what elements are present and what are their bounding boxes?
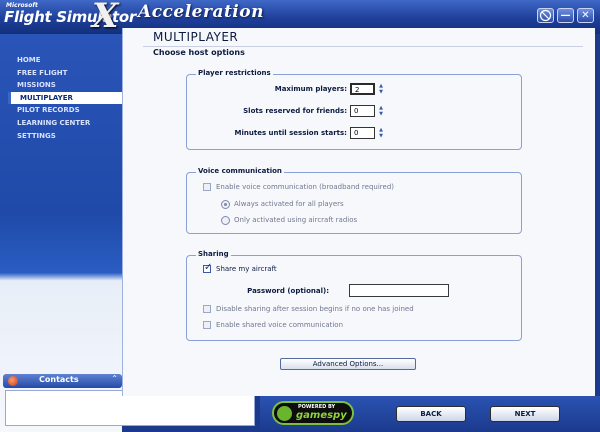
share-aircraft-checkbox[interactable]: ✓ (203, 262, 213, 273)
gamespy-brand: gamespy (296, 410, 347, 421)
close-button[interactable]: ✕ (577, 8, 594, 23)
advanced-options-button[interactable]: Advanced Options... (280, 358, 416, 370)
shared-voice-checkbox[interactable] (203, 321, 211, 329)
enable-voice-label: Enable voice communication (broadband re… (216, 183, 394, 191)
sidebar-item-learning-center[interactable]: LEARNING CENTER (0, 117, 122, 130)
brand-x: X (92, 0, 119, 36)
page-title: MULTIPLAYER (153, 30, 239, 44)
contacts-icon (8, 376, 18, 386)
voice-radios-radio[interactable] (221, 216, 230, 225)
gamespy-logo: POWERED BY gamespy (272, 401, 354, 425)
password-input[interactable] (349, 284, 449, 297)
minimize-button[interactable]: — (557, 8, 574, 23)
share-aircraft-label: Share my aircraft (216, 265, 277, 273)
voice-radios-label: Only activated using aircraft radios (234, 216, 358, 224)
group-title: Sharing (196, 250, 231, 258)
slots-reserved-input[interactable]: 0 (350, 105, 375, 117)
brand-edition: Acceleration (138, 2, 264, 22)
minutes-until-start-input[interactable]: 0 (350, 127, 375, 139)
slots-reserved-stepper[interactable]: ▲ ▼ (377, 105, 385, 117)
contacts-header[interactable]: Contacts ⌃ (3, 374, 122, 388)
sidebar-item-free-flight[interactable]: FREE FLIGHT (0, 67, 122, 80)
enable-voice-checkbox[interactable] (203, 183, 211, 191)
back-button[interactable]: BACK (396, 406, 466, 422)
group-title: Voice communication (196, 167, 284, 175)
arrow-down-icon[interactable]: ▼ (377, 111, 385, 117)
group-title: Player restrictions (196, 69, 273, 77)
arrow-down-icon[interactable]: ▼ (377, 89, 385, 95)
minimize-icon: — (560, 10, 571, 21)
disable-sharing-label: Disable sharing after session begins if … (216, 305, 414, 313)
title-divider (143, 46, 583, 47)
sidebar-item-home[interactable]: HOME (0, 54, 122, 67)
disable-sharing-checkbox[interactable] (203, 305, 211, 313)
voice-always-label: Always activated for all players (234, 200, 344, 208)
voice-communication-group: Voice communication Enable voice communi… (186, 167, 522, 234)
voice-always-radio[interactable] (221, 200, 230, 209)
footer-bar: POWERED BY gamespy BACK NEXT (260, 396, 600, 432)
close-icon: ✕ (581, 10, 590, 21)
sharing-group: Sharing ✓ Share my aircraft Password (op… (186, 250, 522, 341)
slots-reserved-label: Slots reserved for friends: (243, 107, 347, 115)
sidebar-item-multiplayer[interactable]: MULTIPLAYER (8, 91, 122, 105)
max-players-input[interactable]: 2 (350, 83, 375, 95)
max-players-label: Maximum players: (274, 85, 347, 93)
sidebar-item-settings[interactable]: SETTINGS (0, 130, 122, 143)
player-restrictions-group: Player restrictions Maximum players: 2 ▲… (186, 69, 522, 150)
sidebar-item-missions[interactable]: MISSIONS (0, 79, 122, 92)
contacts-label: Contacts (39, 375, 79, 384)
sidebar-nav: HOME FREE FLIGHT MISSIONS MULTIPLAYER PI… (0, 54, 122, 142)
compass-icon[interactable] (537, 8, 554, 23)
minutes-until-start-label: Minutes until session starts: (234, 129, 347, 137)
arrow-down-icon[interactable]: ▼ (377, 133, 385, 139)
page-subtitle: Choose host options (153, 48, 245, 57)
gamespy-icon (277, 406, 292, 421)
sidebar-item-pilot-records[interactable]: PILOT RECORDS (0, 104, 122, 117)
main-panel: MULTIPLAYER Choose host options Player r… (122, 28, 595, 396)
minutes-until-start-stepper[interactable]: ▲ ▼ (377, 127, 385, 139)
shared-voice-label: Enable shared voice communication (216, 321, 344, 329)
checkmark-icon: ✓ (204, 262, 213, 273)
sidebar: HOME FREE FLIGHT MISSIONS MULTIPLAYER PI… (0, 34, 122, 432)
next-button[interactable]: NEXT (490, 406, 560, 422)
password-label: Password (optional): (247, 287, 329, 295)
max-players-stepper[interactable]: ▲ ▼ (377, 83, 385, 95)
chevron-up-icon[interactable]: ⌃ (111, 374, 118, 383)
